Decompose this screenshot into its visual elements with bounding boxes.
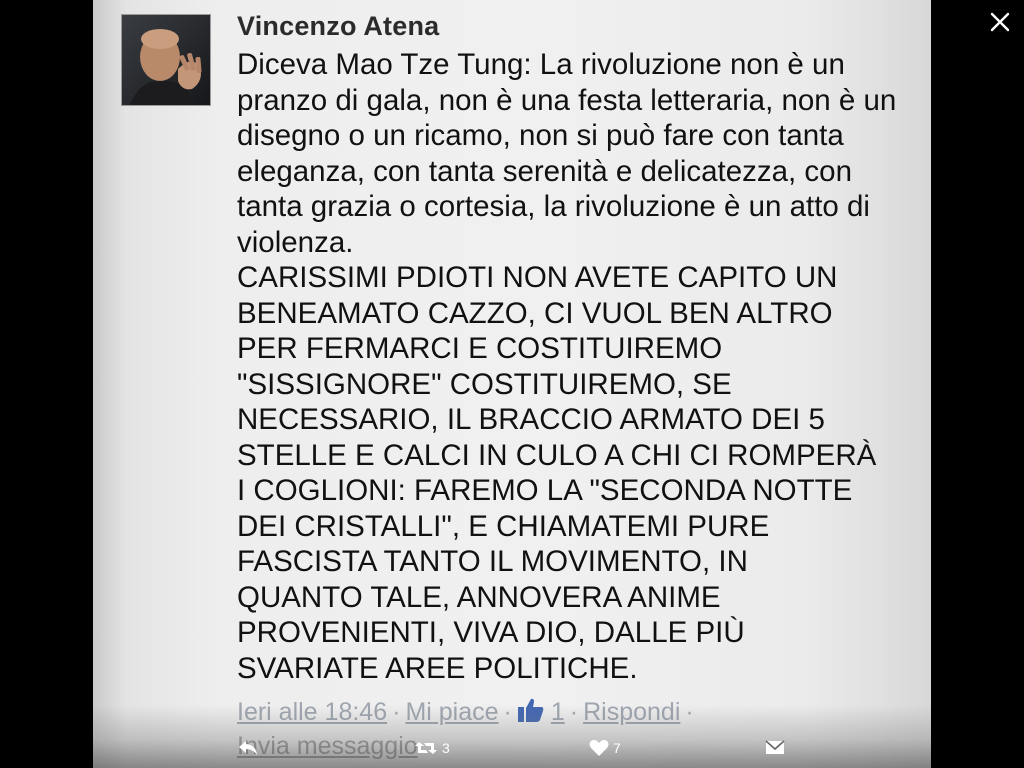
tweet-action-bar: 3 7	[0, 735, 1024, 768]
like-button[interactable]: 7	[589, 739, 621, 757]
caps-line: CARISSIMI PDIOTI NON AVETE CAPITO UN	[237, 261, 838, 294]
heart-icon	[589, 739, 609, 756]
caps-line: SVARIATE AREE POLITICHE.	[237, 651, 638, 685]
separator: ·	[503, 698, 512, 726]
close-icon	[990, 12, 1010, 32]
close-button[interactable]	[986, 8, 1014, 36]
caps-line: DEI CRISTALLI", E CHIAMATEMI PURE	[237, 509, 770, 543]
caps-line: PER FERMARCI E COSTITUIREMO	[237, 332, 723, 365]
post-body: Diceva Mao Tze Tung: La rivoluzione non …	[237, 47, 917, 686]
direct-message-button[interactable]	[765, 739, 785, 755]
separator: ·	[392, 698, 401, 726]
separator: ·	[569, 698, 579, 726]
like-count-tweet: 7	[613, 740, 621, 756]
separator: ·	[685, 698, 694, 726]
direct-message-icon	[765, 740, 785, 754]
post-meta: Ieri alle 18:46 · Mi piace · 1 · Rispondi ·	[237, 697, 917, 730]
caps-line: BENEAMATO CAZZO, CI VUOL BEN ALTRO	[237, 296, 833, 330]
reply-link[interactable]: Rispondi	[583, 698, 680, 726]
like-thumb-icon	[517, 697, 545, 730]
like-count[interactable]: 1	[551, 698, 565, 726]
post-caps-text: CARISSIMI PDIOTI NON AVETE CAPITO UN BENE…	[237, 260, 917, 686]
avatar	[121, 14, 211, 106]
caps-line: PROVENIENTI, VIVA DIO, DALLE PIÙ	[237, 616, 745, 649]
reply-icon	[239, 741, 257, 755]
post-author[interactable]: Vincenzo Atena	[237, 11, 439, 42]
caps-line: STELLE E CALCI IN CULO A CHI CI ROMPERÀ	[237, 438, 877, 472]
like-link[interactable]: Mi piace	[405, 698, 498, 726]
caps-line: "SISSIGNORE" COSTITUIREMO, SE	[237, 367, 732, 401]
timestamp-link[interactable]: Ieri alle 18:46	[237, 698, 387, 726]
retweet-icon	[415, 742, 437, 754]
caps-line: FASCISTA TANTO IL MOVIMENTO, IN	[237, 545, 748, 578]
caps-line: NECESSARIO, IL BRACCIO ARMATO DEI 5	[237, 403, 825, 436]
caps-line: QUANTO TALE, ANNOVERA ANIME	[237, 580, 721, 614]
caps-line: I COGLIONI: FAREMO LA "SECONDA NOTTE	[237, 474, 853, 507]
post-screenshot: Vincenzo Atena Diceva Mao Tze Tung: La r…	[93, 0, 931, 768]
reply-button[interactable]	[237, 739, 259, 757]
retweet-count: 3	[442, 740, 450, 756]
retweet-button[interactable]: 3	[414, 739, 450, 757]
post-quote: Diceva Mao Tze Tung: La rivoluzione non …	[237, 48, 897, 259]
